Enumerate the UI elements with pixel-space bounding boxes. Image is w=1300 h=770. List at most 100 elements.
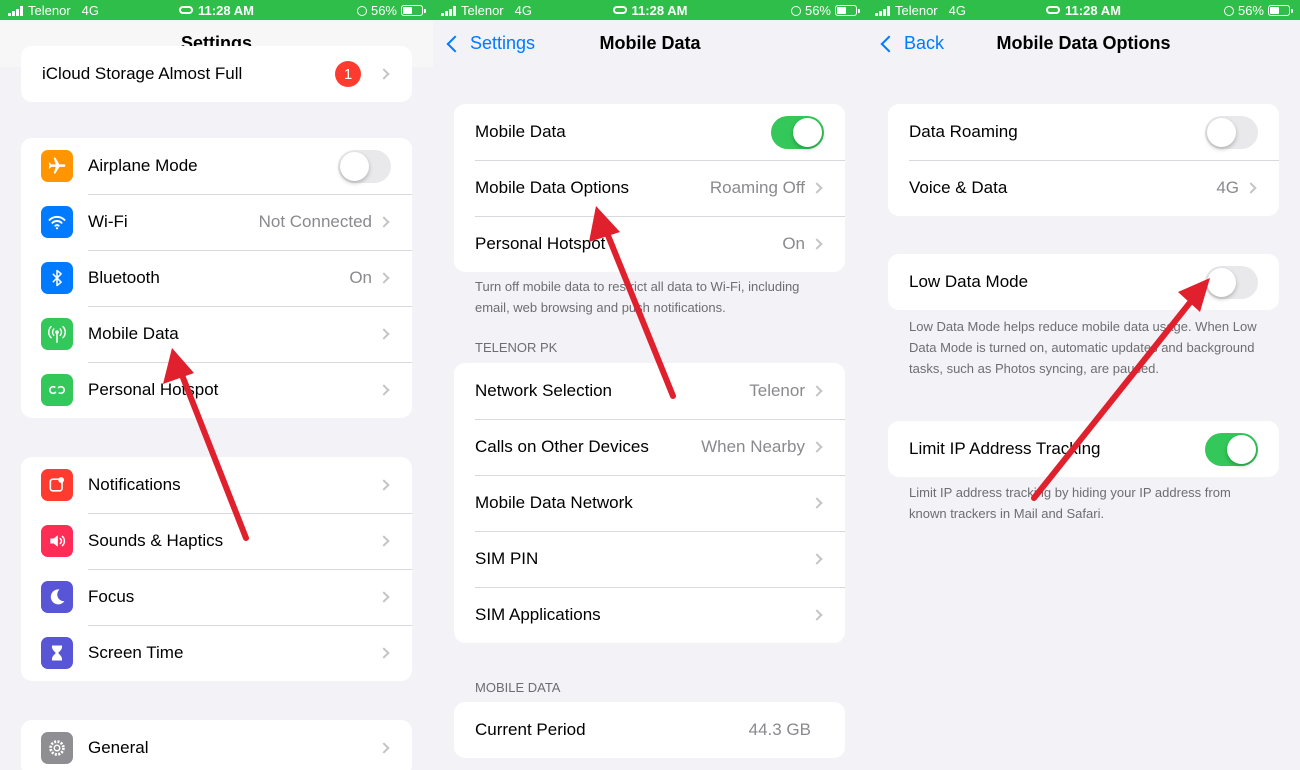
wifi-status: Not Connected (258, 212, 372, 231)
mobile-data-toggle[interactable] (771, 115, 824, 149)
chevron-right-icon (378, 384, 390, 396)
network-selection-row[interactable]: Network Selection Telenor (454, 363, 845, 419)
wifi-icon (41, 206, 73, 238)
limit-ip-tracking-toggle[interactable] (1205, 432, 1258, 466)
bluetooth-icon (41, 262, 73, 294)
row-label: Screen Time (88, 643, 184, 662)
general-group: General (21, 720, 412, 770)
status-right: 56% (1223, 3, 1293, 18)
chevron-right-icon (1245, 182, 1257, 194)
settings-item-bluetooth[interactable]: Bluetooth On (21, 250, 412, 306)
status-right: 56% (356, 3, 426, 18)
chevron-right-icon (811, 182, 823, 194)
row-label: Mobile Data (475, 122, 566, 141)
ip-tracking-footnote: Limit IP address tracking by hiding your… (909, 485, 1231, 521)
low-data-mode-row: Low Data Mode (888, 254, 1279, 310)
speaker-icon (41, 525, 73, 557)
status-bar: Telenor 4G 11:28 AM 56% (867, 0, 1300, 20)
airplane-icon (41, 150, 73, 182)
section-header-mobile-data: MOBILE DATA (475, 680, 561, 695)
sim-applications-row[interactable]: SIM Applications (454, 587, 845, 643)
row-label: General (88, 738, 149, 757)
settings-item-personal-hotspot[interactable]: Personal Hotspot (21, 362, 412, 418)
bell-icon (41, 469, 73, 501)
row-label: Focus (88, 587, 135, 606)
time-text: 11:28 AM (1065, 3, 1121, 18)
row-label: Personal Hotspot (475, 234, 606, 253)
settings-item-screen-time[interactable]: Screen Time (21, 625, 412, 681)
low-data-footnote: Low Data Mode helps reduce mobile data u… (909, 319, 1257, 376)
settings-item-mobile-data[interactable]: Mobile Data (21, 306, 412, 362)
chevron-right-icon (378, 328, 390, 340)
chevron-right-icon (378, 479, 390, 491)
row-label: SIM Applications (475, 605, 601, 624)
airplane-mode-toggle[interactable] (338, 149, 391, 183)
sim-pin-row[interactable]: SIM PIN (454, 531, 845, 587)
time-text: 11:28 AM (631, 3, 688, 18)
hotspot-link-icon (612, 6, 627, 14)
icloud-group: iCloud Storage Almost Full 1 (21, 46, 412, 102)
settings-item-focus[interactable]: Focus (21, 569, 412, 625)
low-data-group: Low Data Mode (888, 254, 1279, 310)
data-roaming-row: Data Roaming (888, 104, 1279, 160)
personal-hotspot-row[interactable]: Personal Hotspot On (454, 216, 845, 272)
row-label: Wi-Fi (88, 212, 128, 231)
settings-item-wifi[interactable]: Wi-Fi Not Connected (21, 194, 412, 250)
mobile-data-screen: Telenor 4G 11:28 AM 56% Settings Mobile … (433, 0, 867, 770)
row-label: Calls on Other Devices (475, 437, 649, 456)
status-right: 56% (790, 3, 860, 18)
battery-percent: 56% (370, 3, 397, 18)
row-label: Mobile Data Options (475, 178, 630, 197)
network-value: Telenor (749, 381, 805, 400)
chevron-right-icon (378, 68, 390, 80)
roaming-status: Roaming Off (709, 178, 805, 197)
page-title: Mobile Data Options (996, 33, 1171, 53)
chevron-right-icon (378, 591, 390, 603)
chevron-right-icon (811, 238, 823, 250)
chevron-right-icon (378, 742, 390, 754)
orientation-lock-icon (356, 5, 367, 16)
page-title: Mobile Data (599, 33, 701, 53)
data-roaming-toggle[interactable] (1205, 115, 1258, 149)
mobile-data-network-row[interactable]: Mobile Data Network (454, 475, 845, 531)
current-period-value: 44.3 GB (748, 720, 811, 739)
chevron-right-icon (811, 497, 823, 509)
row-label: Airplane Mode (88, 156, 198, 175)
status-bar: Telenor 4G 11:28 AM 56% (433, 0, 867, 20)
chevron-right-icon (811, 441, 823, 453)
row-label: Personal Hotspot (88, 380, 219, 399)
row-label: Limit IP Address Tracking (909, 439, 1101, 458)
usage-group: Current Period 44.3 GB (454, 702, 845, 758)
chevron-right-icon (378, 647, 390, 659)
row-label: Notifications (88, 475, 181, 494)
voice-data-row[interactable]: Voice & Data 4G (888, 160, 1279, 216)
chevron-right-icon (378, 272, 390, 284)
calls-value: When Nearby (701, 437, 805, 456)
row-label: Network Selection (475, 381, 613, 400)
orientation-lock-icon (1223, 5, 1234, 16)
time-text: 11:28 AM (198, 3, 254, 18)
notifications-group: Notifications Sounds & Haptics Focus Scr… (21, 457, 412, 681)
row-label: Voice & Data (909, 178, 1008, 197)
mobile-data-options-row[interactable]: Mobile Data Options Roaming Off (454, 160, 845, 216)
settings-screen: Telenor 4G 11:28 AM 56% Settings iCloud … (0, 0, 433, 770)
settings-item-airplane-mode[interactable]: Airplane Mode (21, 138, 412, 194)
icloud-storage-row[interactable]: iCloud Storage Almost Full 1 (21, 46, 412, 102)
row-label: Sounds & Haptics (88, 531, 224, 550)
hourglass-icon (41, 637, 73, 669)
calls-other-devices-row[interactable]: Calls on Other Devices When Nearby (454, 419, 845, 475)
low-data-mode-toggle[interactable] (1205, 265, 1258, 299)
hotspot-link-icon (179, 6, 194, 14)
settings-item-notifications[interactable]: Notifications (21, 457, 412, 513)
row-label: Data Roaming (909, 122, 1018, 141)
battery-icon (835, 5, 860, 16)
settings-item-sounds-haptics[interactable]: Sounds & Haptics (21, 513, 412, 569)
settings-item-general[interactable]: General (21, 720, 412, 770)
mobile-data-group: Mobile Data Mobile Data Options Roaming … (454, 104, 845, 272)
chevron-right-icon (811, 385, 823, 397)
battery-percent: 56% (804, 3, 831, 18)
chevron-right-icon (811, 609, 823, 621)
hotspot-status: On (782, 234, 805, 253)
hotspot-link-icon (1046, 6, 1061, 14)
roaming-group: Data Roaming Voice & Data 4G (888, 104, 1279, 216)
